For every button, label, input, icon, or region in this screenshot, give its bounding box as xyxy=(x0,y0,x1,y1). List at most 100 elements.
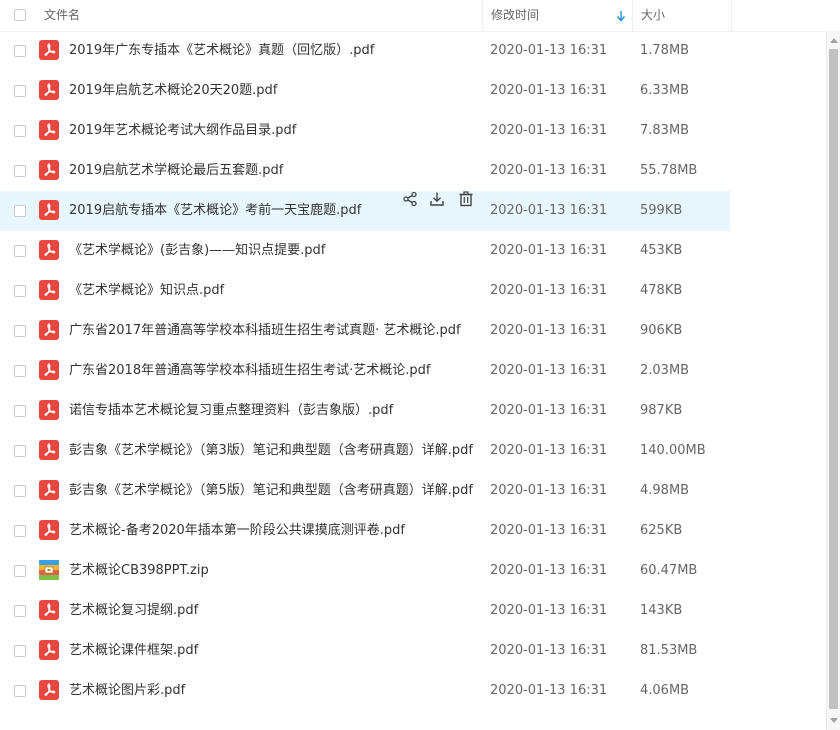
file-row[interactable]: 艺术概论CB398PPT.zip 2020-01-13 16:31 60.47MB xyxy=(0,551,730,591)
file-size: 6.33MB xyxy=(640,83,690,98)
file-row[interactable]: 艺术概论课件框架.pdf 2020-01-13 16:31 81.53MB xyxy=(0,631,730,671)
pdf-icon xyxy=(39,480,59,500)
share-icon[interactable] xyxy=(402,191,418,207)
row-checkbox[interactable] xyxy=(14,45,26,57)
column-header-size[interactable]: 大小 xyxy=(632,0,732,31)
file-list: 2019年广东专插本《艺术概论》真题（回忆版）.pdf 2020-01-13 16… xyxy=(0,31,826,730)
pdf-icon xyxy=(39,160,59,180)
file-name-link[interactable]: 广东省2018年普通高等学校本科插班生招生考试·艺术概论.pdf xyxy=(69,351,430,391)
file-row[interactable]: 诺信专插本艺术概论复习重点整理资料（彭吉象版）.pdf 2020-01-13 16… xyxy=(0,391,730,431)
file-modified-time: 2020-01-13 16:31 xyxy=(490,123,608,138)
file-modified-time: 2020-01-13 16:31 xyxy=(490,83,608,98)
pdf-icon xyxy=(39,360,59,380)
file-modified-time: 2020-01-13 16:31 xyxy=(490,203,608,218)
file-modified-time: 2020-01-13 16:31 xyxy=(490,643,608,658)
row-checkbox[interactable] xyxy=(14,645,26,657)
scroll-up-arrow-icon[interactable] xyxy=(830,38,838,43)
pdf-icon xyxy=(39,520,59,540)
file-row[interactable]: 艺术概论图片彩.pdf 2020-01-13 16:31 4.06MB xyxy=(0,671,730,711)
pdf-icon xyxy=(39,400,59,420)
row-checkbox[interactable] xyxy=(14,125,26,137)
file-modified-time: 2020-01-13 16:31 xyxy=(490,163,608,178)
file-name-link[interactable]: 彭吉象《艺术学概论》（第3版）笔记和典型题（含考研真题）详解.pdf xyxy=(69,431,473,471)
file-modified-time: 2020-01-13 16:31 xyxy=(490,443,608,458)
row-checkbox[interactable] xyxy=(14,525,26,537)
file-size: 143KB xyxy=(640,603,683,618)
file-size: 55.78MB xyxy=(640,163,698,178)
row-checkbox[interactable] xyxy=(14,365,26,377)
file-row[interactable]: 《艺术学概论》(彭吉象)——知识点提要.pdf 2020-01-13 16:31 4… xyxy=(0,231,730,271)
row-checkbox[interactable] xyxy=(14,405,26,417)
file-size: 599KB xyxy=(640,203,683,218)
file-size: 7.83MB xyxy=(640,123,690,138)
zip-icon xyxy=(39,560,59,580)
column-header-time[interactable]: 修改时间 xyxy=(482,0,632,31)
file-row[interactable]: 2019年艺术概论考试大纲作品目录.pdf 2020-01-13 16:31 7.8… xyxy=(0,111,730,151)
file-name-link[interactable]: 2019启航艺术学概论最后五套题.pdf xyxy=(69,151,283,191)
file-name-link[interactable]: 艺术概论CB398PPT.zip xyxy=(69,551,209,591)
row-checkbox[interactable] xyxy=(14,325,26,337)
select-all-checkbox[interactable] xyxy=(14,9,26,21)
file-row[interactable]: 2019年启航艺术概论20天20题.pdf 2020-01-13 16:31 6.3… xyxy=(0,71,730,111)
pdf-icon xyxy=(39,280,59,300)
row-checkbox[interactable] xyxy=(14,205,26,217)
file-row[interactable]: 艺术概论-备考2020年插本第一阶段公共课摸底测评卷.pdf 2020-01-13… xyxy=(0,511,730,551)
file-row[interactable]: 广东省2018年普通高等学校本科插班生招生考试·艺术概论.pdf 2020-01-… xyxy=(0,351,730,391)
file-size: 2.03MB xyxy=(640,363,690,378)
row-checkbox[interactable] xyxy=(14,485,26,497)
file-name-link[interactable]: 《艺术学概论》(彭吉象)——知识点提要.pdf xyxy=(69,231,325,271)
row-checkbox[interactable] xyxy=(14,565,26,577)
file-name-link[interactable]: 艺术概论图片彩.pdf xyxy=(69,671,185,711)
file-name-link[interactable]: 艺术概论-备考2020年插本第一阶段公共课摸底测评卷.pdf xyxy=(69,511,405,551)
row-checkbox[interactable] xyxy=(14,445,26,457)
pdf-icon xyxy=(39,640,59,660)
pdf-icon xyxy=(39,600,59,620)
file-name-link[interactable]: 2019年启航艺术概论20天20题.pdf xyxy=(69,71,277,111)
file-name-link[interactable]: 《艺术学概论》知识点.pdf xyxy=(69,271,224,311)
file-row[interactable]: 艺术概论复习提纲.pdf 2020-01-13 16:31 143KB xyxy=(0,591,730,631)
file-name-link[interactable]: 彭吉象《艺术学概论》（第5版）笔记和典型题（含考研真题）详解.pdf xyxy=(69,471,473,511)
file-row[interactable]: 彭吉象《艺术学概论》（第5版）笔记和典型题（含考研真题）详解.pdf 2020-0… xyxy=(0,471,730,511)
file-name-link[interactable]: 艺术概论课件框架.pdf xyxy=(69,631,198,671)
pdf-icon xyxy=(39,200,59,220)
file-name-link[interactable]: 广东省2017年普通高等学校本科插班生招生考试真题· 艺术概论.pdf xyxy=(69,311,461,351)
file-row[interactable]: 广东省2017年普通高等学校本科插班生招生考试真题· 艺术概论.pdf 2020-… xyxy=(0,311,730,351)
pdf-icon xyxy=(39,120,59,140)
vertical-scrollbar[interactable] xyxy=(826,31,840,730)
column-header-name[interactable]: 文件名 xyxy=(44,0,80,31)
download-icon[interactable] xyxy=(429,191,445,207)
file-modified-time: 2020-01-13 16:31 xyxy=(490,563,608,578)
file-modified-time: 2020-01-13 16:31 xyxy=(490,43,608,58)
file-modified-time: 2020-01-13 16:31 xyxy=(490,283,608,298)
row-checkbox[interactable] xyxy=(14,685,26,697)
file-name-link[interactable]: 诺信专插本艺术概论复习重点整理资料（彭吉象版）.pdf xyxy=(69,391,393,431)
file-size: 478KB xyxy=(640,283,683,298)
row-checkbox[interactable] xyxy=(14,605,26,617)
pdf-icon xyxy=(39,240,59,260)
row-checkbox[interactable] xyxy=(14,245,26,257)
file-name-link[interactable]: 2019年艺术概论考试大纲作品目录.pdf xyxy=(69,111,296,151)
file-row[interactable]: 彭吉象《艺术学概论》（第3版）笔记和典型题（含考研真题）详解.pdf 2020-0… xyxy=(0,431,730,471)
file-modified-time: 2020-01-13 16:31 xyxy=(490,603,608,618)
row-checkbox[interactable] xyxy=(14,285,26,297)
row-checkbox[interactable] xyxy=(14,165,26,177)
file-size: 906KB xyxy=(640,323,683,338)
file-name-link[interactable]: 2019年广东专插本《艺术概论》真题（回忆版）.pdf xyxy=(69,31,374,71)
file-size: 60.47MB xyxy=(640,563,698,578)
scroll-down-arrow-icon[interactable] xyxy=(830,718,838,723)
file-name-link[interactable]: 2019启航专插本《艺术概论》考前一天宝鹿题.pdf xyxy=(69,191,361,231)
row-checkbox[interactable] xyxy=(14,85,26,97)
sort-down-icon[interactable] xyxy=(616,10,626,22)
file-name-link[interactable]: 艺术概论复习提纲.pdf xyxy=(69,591,198,631)
file-row[interactable]: 2019年广东专插本《艺术概论》真题（回忆版）.pdf 2020-01-13 16… xyxy=(0,31,730,71)
file-row[interactable]: 《艺术学概论》知识点.pdf 2020-01-13 16:31 478KB xyxy=(0,271,730,311)
file-row[interactable]: 2019启航艺术学概论最后五套题.pdf 2020-01-13 16:31 55.7… xyxy=(0,151,730,191)
delete-icon[interactable] xyxy=(458,191,474,207)
file-size: 140.00MB xyxy=(640,443,706,458)
pdf-icon xyxy=(39,320,59,340)
file-modified-time: 2020-01-13 16:31 xyxy=(490,363,608,378)
scrollbar-thumb[interactable] xyxy=(829,49,838,709)
pdf-icon xyxy=(39,40,59,60)
file-row[interactable]: 2019启航专插本《艺术概论》考前一天宝鹿题.pdf 2020-01-13 16:… xyxy=(0,191,730,231)
file-modified-time: 2020-01-13 16:31 xyxy=(490,483,608,498)
